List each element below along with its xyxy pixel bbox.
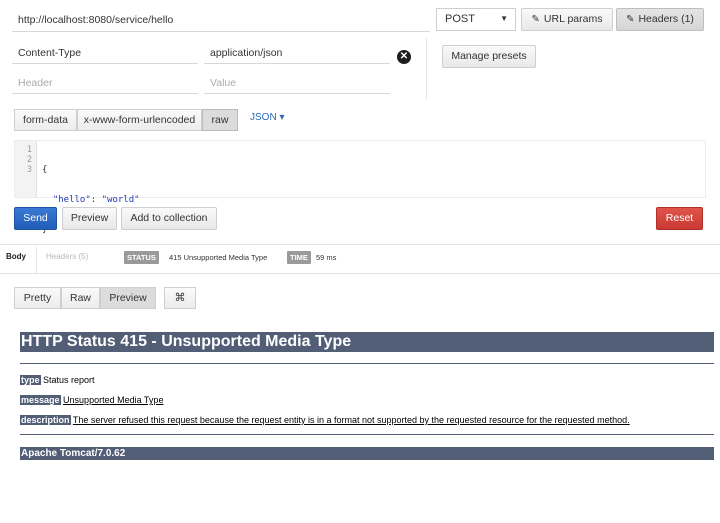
line-number: 3 <box>26 165 32 175</box>
caret-down-icon: ▾ <box>279 112 285 123</box>
view-preview[interactable]: Preview <box>100 287 156 309</box>
divider <box>20 434 714 435</box>
expand-icon: ⌘ <box>174 292 186 304</box>
remove-header-icon[interactable]: ✕ <box>397 50 411 64</box>
tab-x-www-form-urlencoded[interactable]: x-www-form-urlencoded <box>77 109 202 131</box>
line-number: 1 <box>26 145 32 155</box>
code-content: { "hello": "world" } <box>42 145 140 255</box>
type-value: Status report <box>43 375 95 385</box>
description-value: The server refused this request because … <box>72 415 630 425</box>
manage-presets-button[interactable]: Manage presets <box>442 45 536 68</box>
chevron-down-icon: ▼ <box>500 14 508 23</box>
description-row: description The server refused this requ… <box>20 414 630 426</box>
edit-icon: ✎ <box>626 14 635 25</box>
type-row: type Status report <box>20 374 95 386</box>
status-text: 415 Unsupported Media Type <box>169 253 268 262</box>
tab-response-body[interactable]: Body <box>6 252 26 261</box>
method-value: POST <box>445 13 475 25</box>
message-value: Unsupported Media Type <box>63 395 164 405</box>
tab-form-data[interactable]: form-data <box>14 109 77 131</box>
url-params-label: URL params <box>543 13 603 25</box>
send-button[interactable]: Send <box>14 207 57 230</box>
divider <box>20 363 714 364</box>
divider <box>36 247 37 273</box>
code-line: { <box>42 165 48 175</box>
message-row: message Unsupported Media Type <box>20 394 163 406</box>
headers-button-label: Headers (1) <box>638 13 694 25</box>
divider <box>426 38 427 100</box>
header-value-field[interactable]: application/json <box>204 42 390 64</box>
format-value: JSON <box>250 112 277 123</box>
tab-response-headers[interactable]: Headers (5) <box>46 252 88 261</box>
view-raw[interactable]: Raw <box>61 287 100 309</box>
divider <box>0 273 720 274</box>
add-to-collection-button[interactable]: Add to collection <box>121 207 217 230</box>
view-pretty[interactable]: Pretty <box>14 287 61 309</box>
server-footer: Apache Tomcat/7.0.62 <box>20 447 714 460</box>
time-badge: TIME <box>287 251 311 264</box>
message-label: message <box>20 395 61 405</box>
headers-button[interactable]: ✎ Headers (1) <box>616 8 704 31</box>
line-gutter: 1 2 3 <box>15 141 37 197</box>
code-line: "hello": "world" <box>42 195 140 205</box>
method-select[interactable]: POST ▼ <box>436 8 516 31</box>
line-number: 2 <box>26 155 32 165</box>
preview-button[interactable]: Preview <box>62 207 117 230</box>
format-dropdown[interactable]: JSON ▾ <box>250 112 284 123</box>
url-input[interactable]: http://localhost:8080/service/hello <box>12 8 430 32</box>
type-label: type <box>20 375 41 385</box>
header-key-placeholder[interactable]: Header <box>12 72 198 94</box>
reset-button[interactable]: Reset <box>656 207 703 230</box>
url-params-button[interactable]: ✎ URL params <box>521 8 613 31</box>
header-value-placeholder[interactable]: Value <box>204 72 390 94</box>
page-title: HTTP Status 415 - Unsupported Media Type <box>20 332 714 352</box>
description-label: description <box>20 415 71 425</box>
expand-toggle-button[interactable]: ⌘ <box>164 287 196 309</box>
divider <box>0 244 720 245</box>
status-badge: STATUS <box>124 251 159 264</box>
edit-icon: ✎ <box>531 14 540 25</box>
code-editor[interactable]: 1 2 3 { "hello": "world" } <box>14 140 706 235</box>
time-text: 59 ms <box>316 253 337 262</box>
header-key-field[interactable]: Content-Type <box>12 42 198 64</box>
tab-raw[interactable]: raw <box>202 109 238 131</box>
